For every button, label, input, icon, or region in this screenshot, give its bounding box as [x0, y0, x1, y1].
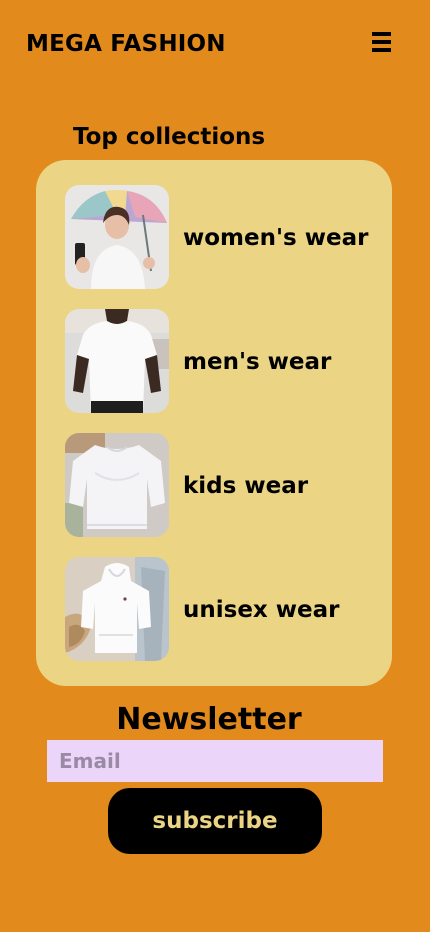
- menu-bar-middle: [372, 40, 391, 44]
- collection-label: kids wear: [183, 473, 309, 499]
- woman-with-umbrella-photo: [65, 185, 169, 289]
- collection-item-unisex[interactable]: unisex wear: [65, 557, 375, 661]
- brand-logo-text[interactable]: MEGA FASHION: [26, 29, 226, 59]
- email-input[interactable]: [47, 740, 383, 782]
- white-hoodie-photo: [65, 557, 169, 661]
- subscribe-button[interactable]: subscribe: [108, 788, 322, 854]
- collection-label: unisex wear: [183, 597, 340, 623]
- white-sweatshirt-photo: [65, 433, 169, 537]
- section-title: Top collections: [73, 124, 266, 150]
- collection-item-kids[interactable]: kids wear: [65, 433, 375, 537]
- newsletter-title: Newsletter: [116, 702, 302, 737]
- collection-label: women's wear: [183, 225, 369, 251]
- header: MEGA FASHION: [0, 0, 430, 90]
- collection-item-womens[interactable]: women's wear: [65, 185, 375, 289]
- menu-bar-bottom: [372, 48, 391, 52]
- hamburger-menu-icon[interactable]: [371, 31, 393, 55]
- collections-card: women's wear men's wear kids wear unisex…: [36, 160, 392, 686]
- man-white-tshirt-photo: [65, 309, 169, 413]
- collection-item-mens[interactable]: men's wear: [65, 309, 375, 413]
- menu-bar-top: [372, 32, 391, 36]
- collection-label: men's wear: [183, 349, 332, 375]
